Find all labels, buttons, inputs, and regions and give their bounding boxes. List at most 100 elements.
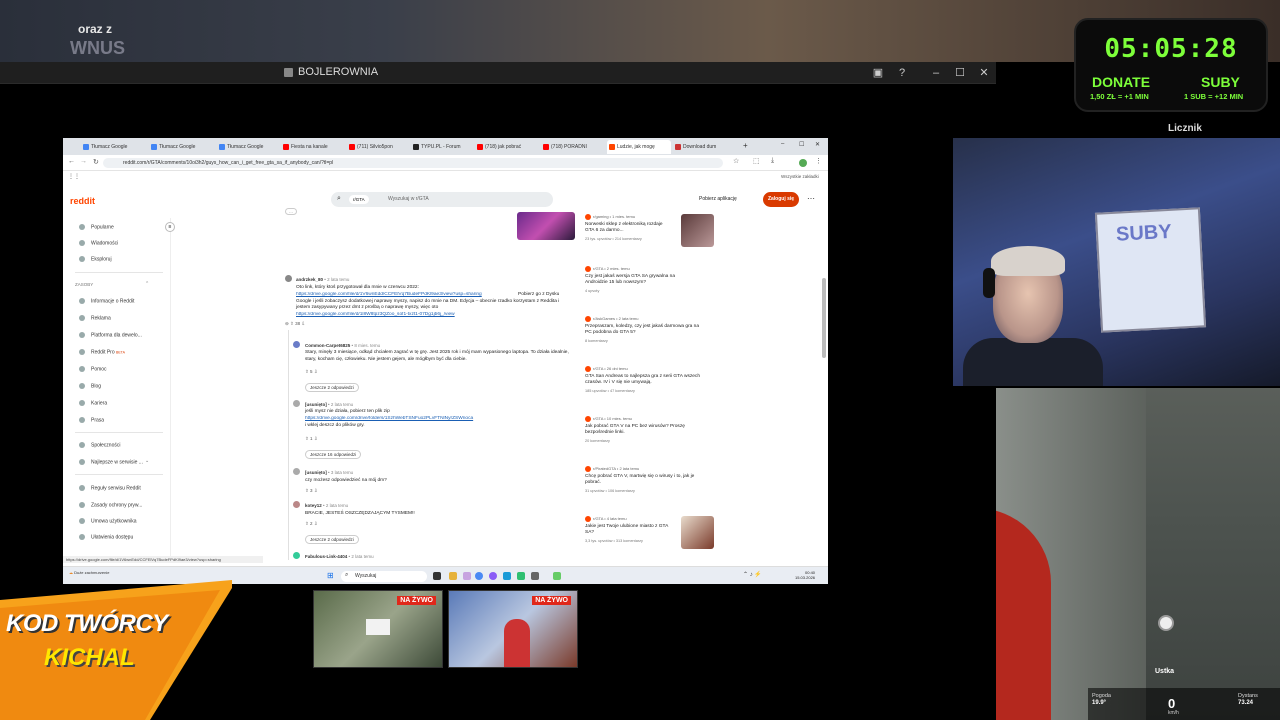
- more-replies-button[interactable]: Jeszcze 16 odpowiedzi: [305, 450, 362, 459]
- minimize-button[interactable]: –: [928, 65, 944, 81]
- menu-icon[interactable]: ⋮: [815, 157, 822, 165]
- browser-tab[interactable]: (718) jak pobrać: [475, 140, 539, 154]
- more-icon[interactable]: ⋯: [807, 194, 815, 203]
- vote-controls[interactable]: ⇧ 1 ⇩: [305, 436, 318, 442]
- comment-author[interactable]: andrzkek_80 • 2 lata temu: [296, 277, 349, 282]
- scrollbar[interactable]: [822, 278, 826, 358]
- maximize-button[interactable]: ☐: [799, 141, 804, 148]
- get-app-button[interactable]: Pobierz aplikację: [699, 196, 737, 202]
- collapse-sidebar-icon[interactable]: ≡: [165, 222, 175, 232]
- live-stream-thumbnail[interactable]: NA ŻYWO: [448, 590, 578, 668]
- nav-press[interactable]: Prasa: [79, 417, 104, 423]
- downvote-icon[interactable]: ⇩: [314, 436, 318, 441]
- subreddit-chip[interactable]: r/GTA: [349, 195, 369, 204]
- minimize-button[interactable]: –: [781, 141, 784, 147]
- related-post[interactable]: r/GTA • 4 lata temu Jakie jest Twoje ulu…: [585, 516, 715, 549]
- more-replies-button[interactable]: Jeszcze 2 odpowiedzi: [305, 383, 359, 392]
- upvote-icon[interactable]: ⇧: [305, 521, 309, 526]
- reddit-logo[interactable]: reddit: [70, 196, 95, 206]
- nav-reddit-pro[interactable]: Reddit Pro BETA: [79, 349, 125, 355]
- chevron-up-icon[interactable]: ⌃: [145, 281, 149, 287]
- nav-user-agreement[interactable]: Umowa użytkownika: [79, 518, 137, 524]
- weather-widget[interactable]: ☁ Duże zachmurzenie: [69, 570, 109, 575]
- related-post[interactable]: r/GTA • 10 mies. temu Jak pobrać GTA V n…: [585, 416, 715, 443]
- screen-share-icon[interactable]: ▣: [870, 65, 886, 81]
- avatar[interactable]: [285, 275, 292, 282]
- app-icon[interactable]: [463, 572, 471, 580]
- vote-controls[interactable]: ⊖ ⇧ 38 ⇩: [285, 321, 305, 327]
- help-icon[interactable]: ?: [894, 65, 910, 81]
- extensions-icon[interactable]: ⬚: [753, 157, 760, 165]
- comment-author[interactable]: Common-Carpet6825 • 8 mies. temu: [305, 343, 380, 348]
- collapse-icon[interactable]: ⊖: [285, 321, 289, 326]
- app-icon[interactable]: [553, 572, 561, 580]
- nav-help[interactable]: Pomoc: [79, 366, 107, 372]
- download-icon[interactable]: ⤓: [771, 157, 774, 165]
- downvote-icon[interactable]: ⇩: [314, 521, 318, 526]
- vote-controls[interactable]: ⇧ 5 ⇩: [305, 369, 318, 375]
- browser-tab-active[interactable]: Ludzie, jak mogę: [607, 140, 671, 154]
- browser-tab[interactable]: Tłumacz Google: [217, 140, 281, 154]
- comment-author[interactable]: kotey12 • 2 lata temu: [305, 503, 348, 508]
- nav-popular[interactable]: Popularne: [79, 224, 114, 230]
- nav-rules[interactable]: Reguły serwisu Reddit: [79, 485, 141, 491]
- comment-link[interactable]: https://drive.google.com/file/d/1l8W8tpz…: [296, 312, 516, 319]
- nav-accessibility[interactable]: Ułatwienia dostępu: [79, 534, 133, 540]
- avatar[interactable]: [293, 501, 300, 508]
- nav-blog[interactable]: Blog: [79, 383, 101, 389]
- new-tab-button[interactable]: +: [743, 141, 748, 150]
- upvote-icon[interactable]: ⇧: [305, 488, 309, 493]
- comment-author[interactable]: Fabulous-Link-4404 • 2 lata temu: [305, 554, 374, 559]
- nav-careers[interactable]: Kariera: [79, 400, 107, 406]
- nav-communities[interactable]: Społeczności: [79, 442, 120, 448]
- browser-tab[interactable]: (711) Silvio5pon: [347, 140, 411, 154]
- downvote-icon[interactable]: ⇩: [301, 321, 305, 326]
- url-input[interactable]: reddit.com/r/GTA/comments/10oi3h2/guys_h…: [103, 158, 723, 168]
- nav-developers[interactable]: Platforma dla dewelo...: [79, 332, 142, 338]
- bookmark-star-icon[interactable]: ☆: [733, 157, 739, 165]
- app-icon[interactable]: [503, 572, 511, 580]
- file-explorer-icon[interactable]: [449, 572, 457, 580]
- browser-tab[interactable]: Tłumacz Google: [149, 140, 213, 154]
- app-icon[interactable]: [517, 572, 525, 580]
- forward-icon[interactable]: →: [80, 158, 87, 165]
- nav-news[interactable]: Wiadomości: [79, 240, 118, 246]
- browser-tab[interactable]: (718) PORADNI: [541, 140, 605, 154]
- login-button[interactable]: Zaloguj się: [763, 192, 799, 207]
- tray-icons[interactable]: ⌃ ♪ ⚡: [743, 571, 762, 578]
- nav-explore[interactable]: Eksploruj: [79, 256, 112, 262]
- task-view-icon[interactable]: [433, 572, 441, 580]
- comment-link[interactable]: https://drive.google.com/drive/folders/1…: [305, 416, 505, 423]
- apps-icon[interactable]: ⋮⋮: [68, 173, 80, 180]
- related-post[interactable]: r/gaming • 1 mies. temu Norweski sklep z…: [585, 214, 715, 247]
- chevron-down-icon[interactable]: ⌄: [145, 458, 149, 464]
- maximize-button[interactable]: ☐: [952, 65, 968, 81]
- nav-about[interactable]: Informacje o Reddit: [79, 298, 134, 304]
- close-button[interactable]: ✕: [815, 141, 820, 148]
- start-icon[interactable]: ⊞: [327, 571, 334, 580]
- nav-ads[interactable]: Reklama: [79, 315, 111, 321]
- related-post[interactable]: r/AskGames • 2 lata temu Przepraszam, ko…: [585, 316, 715, 343]
- browser-tab[interactable]: Fiesta na kanale: [281, 140, 345, 154]
- back-icon[interactable]: ←: [68, 158, 75, 165]
- upvote-icon[interactable]: ⇧: [305, 369, 309, 374]
- vote-controls[interactable]: ⇧ 2 ⇩: [305, 521, 318, 527]
- related-post[interactable]: r/GTA • 2 mies. temu Czy jest jakaś wers…: [585, 266, 715, 293]
- sort-chip[interactable]: …: [285, 208, 297, 215]
- avatar[interactable]: [293, 552, 300, 559]
- reload-icon[interactable]: ↻: [93, 158, 99, 166]
- downvote-icon[interactable]: ⇩: [314, 369, 318, 374]
- browser-tab[interactable]: Download dum: [673, 140, 731, 154]
- downvote-icon[interactable]: ⇩: [314, 488, 318, 493]
- related-post[interactable]: r/PiratedGTA • 2 lata temu Chcę pobrać G…: [585, 466, 715, 493]
- upvote-icon[interactable]: ⇧: [305, 436, 309, 441]
- more-replies-button[interactable]: Jeszcze 2 odpowiedzi: [305, 535, 359, 544]
- post-image[interactable]: [517, 212, 575, 240]
- related-post[interactable]: r/GTA • 26 dni temu GTA San Andreas to n…: [585, 366, 715, 393]
- search-input[interactable]: ⌕ r/GTA Wyszukaj w r/GTA: [331, 192, 553, 207]
- close-button[interactable]: ✕: [976, 65, 992, 81]
- profile-avatar[interactable]: [799, 159, 807, 167]
- all-bookmarks[interactable]: Wszystkie zakładki: [781, 174, 819, 179]
- clock[interactable]: 00:40 15.03.2026: [795, 570, 815, 580]
- vote-controls[interactable]: ⇧ 3 ⇩: [305, 488, 318, 494]
